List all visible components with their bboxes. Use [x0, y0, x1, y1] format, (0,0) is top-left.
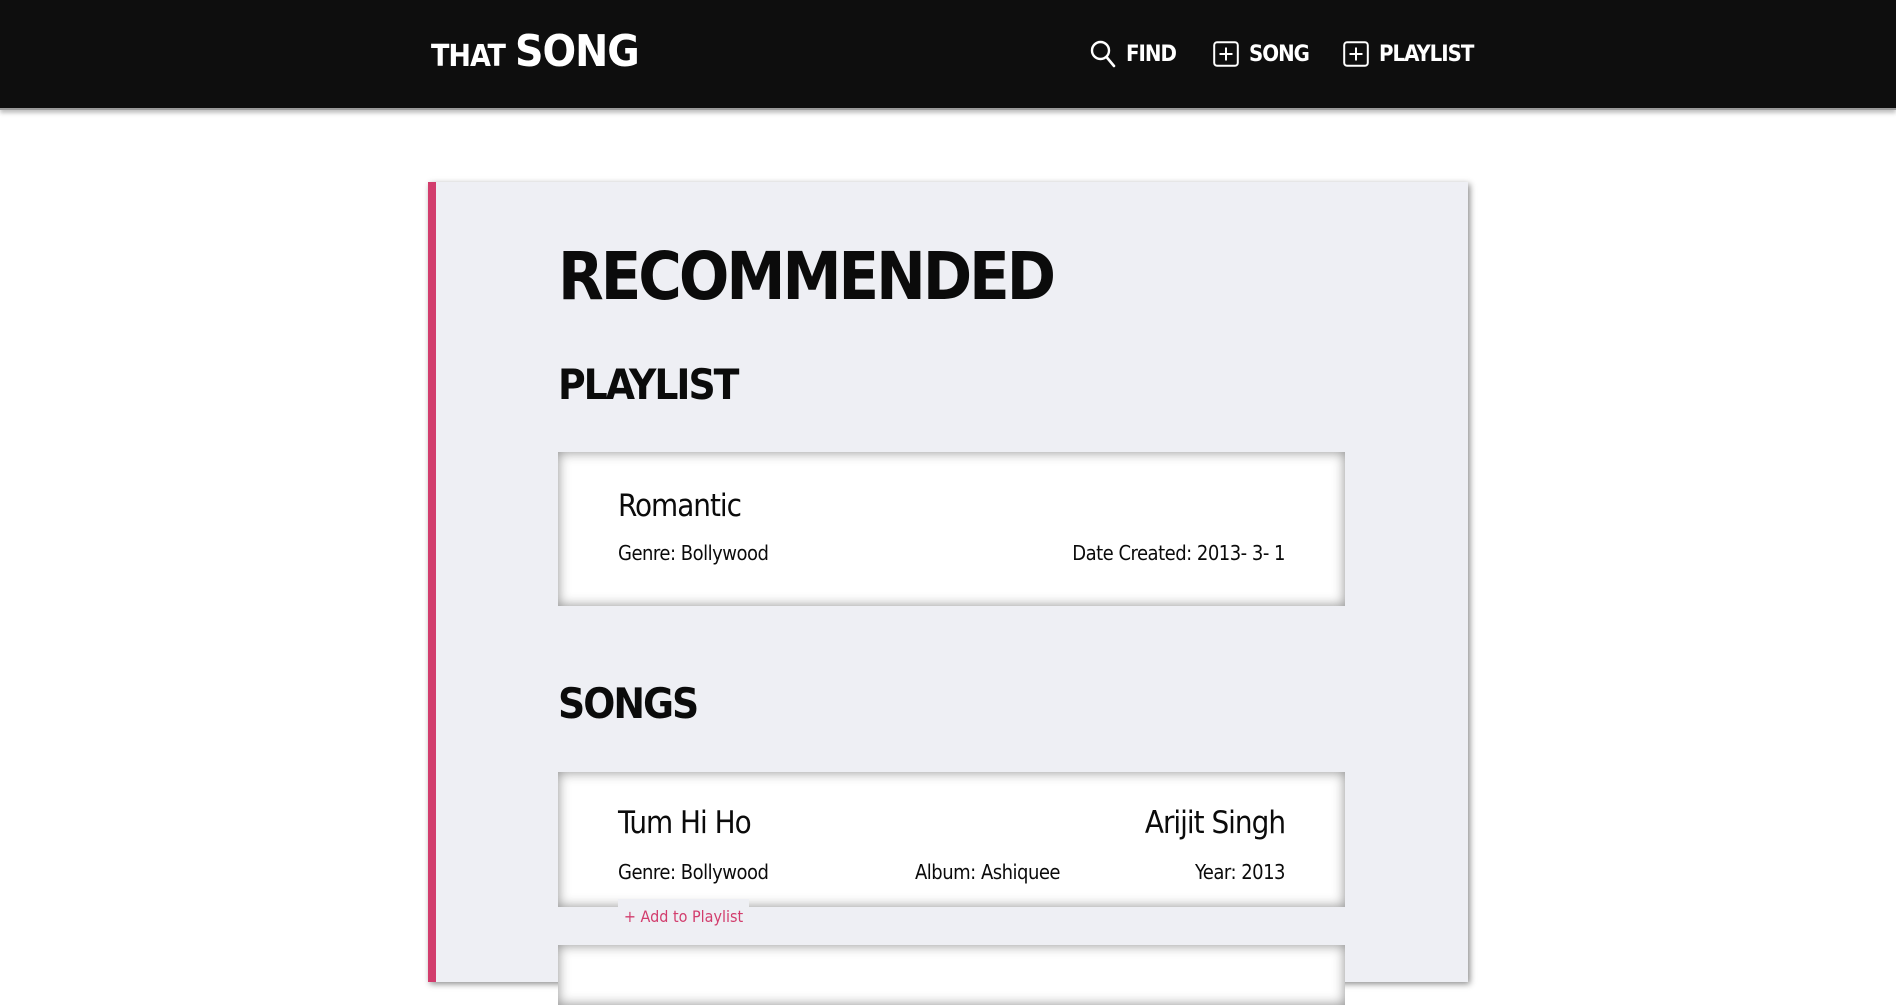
brand-song: SONG — [514, 26, 640, 77]
playlist-card[interactable]: Romantic Genre: Bollywood Date Created: … — [558, 452, 1345, 606]
nav-add-playlist-link[interactable]: PLAYLIST — [1343, 39, 1474, 69]
nav-find-label: FIND — [1126, 41, 1177, 67]
song-artist: Arijit Singh — [1144, 805, 1286, 841]
nav-add-song-link[interactable]: SONG — [1213, 39, 1310, 69]
playlist-date-created: Date Created: 2013- 3- 1 — [1072, 541, 1285, 565]
brand-that: THAT — [431, 39, 506, 74]
song-album: Album: Ashiquee — [915, 860, 1061, 884]
song-card[interactable]: Tum Hi Ho Arijit Singh Genre: Bollywood … — [558, 772, 1345, 907]
plus-square-icon — [1213, 41, 1239, 67]
search-icon — [1090, 40, 1116, 68]
playlist-name: Romantic — [618, 488, 742, 524]
song-genre: Genre: Bollywood — [618, 860, 769, 884]
songs-section-title: SONGS — [558, 679, 699, 728]
brand-logo[interactable]: THAT SONG — [431, 26, 640, 77]
add-to-playlist-link[interactable]: + Add to Playlist — [618, 899, 749, 933]
nav-song-label: SONG — [1249, 41, 1310, 67]
playlist-section-title: PLAYLIST — [558, 360, 739, 409]
playlist-genre: Genre: Bollywood — [618, 541, 769, 565]
nav-find-link[interactable]: FIND — [1090, 39, 1177, 69]
plus-square-icon — [1343, 41, 1369, 67]
song-title: Tum Hi Ho — [618, 805, 752, 841]
song-card[interactable] — [558, 945, 1345, 1005]
page-title: RECOMMENDED — [558, 238, 1056, 315]
song-year: Year: 2013 — [1194, 860, 1286, 884]
nav-playlist-label: PLAYLIST — [1379, 41, 1474, 67]
top-navbar: THAT SONG FIND SONG PLAYLIST — [0, 0, 1896, 110]
